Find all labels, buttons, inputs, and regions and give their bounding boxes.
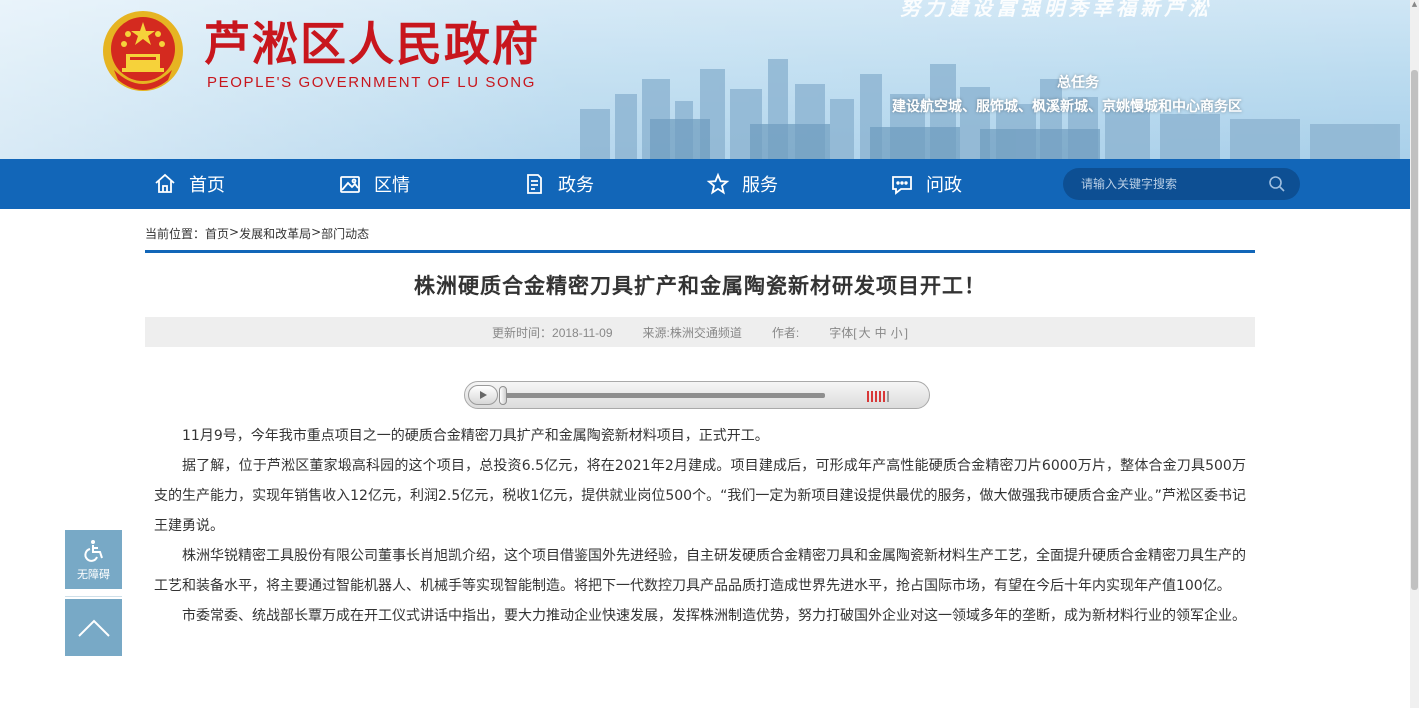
breadcrumb-link-home[interactable]: 首页 — [205, 225, 229, 242]
breadcrumb-link-department[interactable]: 发展和改革局 — [239, 225, 311, 242]
chevron-up-icon — [77, 619, 110, 637]
wheelchair-icon — [83, 539, 103, 562]
article-title: 株洲硬质合金精密刀具扩产和金属陶瓷新材研发项目开工！ — [414, 273, 986, 298]
banner-slogan: 努力建设富强明秀幸福新芦淞 — [900, 0, 1212, 20]
font-size-large-button[interactable]: 大 — [859, 326, 871, 340]
nav-label-inquiry: 问政 — [926, 175, 962, 196]
picture-icon — [340, 176, 360, 193]
chat-icon — [892, 176, 912, 195]
document-icon — [527, 174, 542, 194]
task-title: 总任务 — [1057, 75, 1099, 91]
article-paragraph: 据了解，位于芦淞区董家塅高科园的这个项目，总投资6.5亿元，将在2021年2月建… — [154, 458, 1246, 534]
volume-bar — [867, 391, 869, 402]
back-to-top-button[interactable] — [65, 599, 122, 656]
volume-bar — [871, 391, 873, 402]
accessibility-button[interactable]: 无障碍 — [65, 530, 122, 589]
breadcrumb-separator: > — [229, 225, 240, 239]
breadcrumb: 当前位置： 首页 > 发展和改革局 > 部门动态 — [145, 225, 369, 242]
audio-player — [464, 381, 930, 409]
search-box — [1063, 168, 1300, 200]
header-banner: 芦淞区人民政府 PEOPLE'S GOVERNMENT OF LU SONG 努… — [0, 0, 1410, 159]
nav-item-district-info[interactable]: 区情 — [338, 159, 410, 209]
nav-label-home: 首页 — [189, 175, 225, 196]
nav-label-district-info: 区情 — [374, 175, 410, 196]
volume-bar — [883, 391, 885, 402]
site-subtitle: PEOPLE'S GOVERNMENT OF LU SONG — [207, 74, 536, 91]
nav-label-government-affairs: 政务 — [558, 175, 594, 196]
section-divider — [145, 250, 1255, 253]
accessibility-label: 无障碍 — [77, 567, 110, 581]
article-paragraph: 市委常委、统战部长覃万成在开工仪式讲话中指出，要大力推动企业快速发展，发挥株洲制… — [182, 608, 1246, 624]
audio-progress-track[interactable] — [501, 393, 825, 398]
font-size-label: 字体[ — [829, 325, 857, 340]
font-size-label-end: ] — [904, 325, 908, 340]
search-input[interactable] — [1081, 177, 1261, 191]
search-icon[interactable] — [1268, 175, 1286, 193]
task-body: 建设航空城、服饰城、枫溪新城、京姚慢城和中心商务区 — [892, 99, 1242, 115]
play-button[interactable] — [468, 385, 498, 405]
nav-item-services[interactable]: 服务 — [706, 159, 778, 209]
article-meta-bar: 更新时间：2018-11-09 来源:株洲交通频道 作者: 字体[大中小] — [145, 317, 1255, 347]
play-icon — [480, 391, 487, 399]
volume-control[interactable] — [867, 390, 889, 402]
page-scrollbar-thumb[interactable] — [1411, 70, 1418, 590]
font-size-medium-button[interactable]: 中 — [875, 326, 887, 340]
star-icon — [706, 172, 730, 195]
article-author: 作者: — [771, 325, 800, 340]
nav-item-inquiry[interactable]: 问政 — [890, 159, 962, 209]
nav-item-government-affairs[interactable]: 政务 — [522, 159, 594, 209]
font-size-small-button[interactable]: 小 — [891, 326, 903, 340]
article-body: 11月9号，今年我市重点项目之一的硬质合金精密刀具扩产和金属陶瓷新材料项目，正式… — [154, 421, 1246, 631]
breadcrumb-prefix: 当前位置： — [145, 227, 206, 241]
main-nav: 首页 区情 政务 服务 问政 — [0, 159, 1410, 209]
volume-bar — [875, 391, 877, 402]
volume-bar — [879, 391, 881, 402]
article-source: 来源:株洲交通频道 — [642, 325, 742, 340]
nav-label-services: 服务 — [742, 175, 778, 196]
article-paragraph: 11月9号，今年我市重点项目之一的硬质合金精密刀具扩产和金属陶瓷新材料项目，正式… — [182, 428, 769, 444]
home-icon — [155, 173, 175, 193]
font-size-switcher: 字体[大中小] — [829, 324, 908, 341]
article-paragraph: 株洲华锐精密工具股份有限公司董事长肖旭凯介绍，这个项目借鉴国外先进经验，自主研发… — [154, 548, 1246, 594]
breadcrumb-link-news[interactable]: 部门动态 — [321, 225, 369, 242]
nav-item-home[interactable]: 首页 — [153, 159, 225, 209]
volume-bar — [887, 391, 889, 402]
breadcrumb-separator: > — [311, 225, 322, 239]
scroll-up-arrow-icon[interactable]: ▲ — [1410, 0, 1419, 9]
national-emblem-logo — [103, 11, 183, 91]
site-title: 芦淞区人民政府 — [204, 17, 540, 71]
audio-progress-handle[interactable] — [499, 386, 507, 405]
side-tools-divider — [65, 596, 122, 597]
article-updated-time: 更新时间：2018-11-09 — [492, 325, 613, 340]
